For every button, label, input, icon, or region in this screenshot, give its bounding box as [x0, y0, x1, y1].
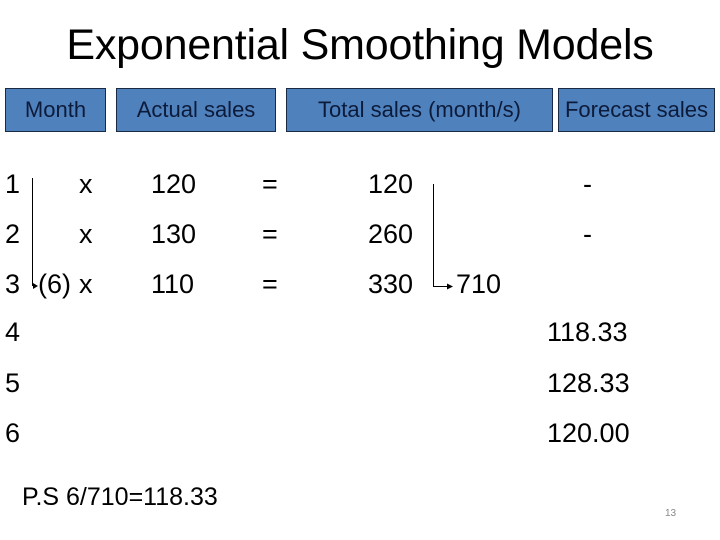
grand-total: 710 — [456, 269, 502, 299]
forecast-5: 128.33 — [547, 368, 630, 398]
header-total-sales: Total sales (month/s) — [286, 88, 553, 132]
month-4: 4 — [5, 317, 21, 347]
total-sales-2: 260 — [368, 219, 414, 249]
forecast-6: 120.00 — [547, 418, 630, 448]
page-number: 13 — [665, 508, 677, 519]
header-month: Month — [5, 88, 106, 132]
header-actual-sales: Actual sales — [116, 88, 276, 132]
equals-sign: = — [262, 269, 278, 299]
footnote: P.S 6/710=118.33 — [22, 483, 218, 511]
month-5: 5 — [5, 368, 21, 398]
months-count: (6) — [38, 269, 71, 299]
actual-sales-1: 120 — [151, 169, 197, 199]
times-sign: x — [79, 169, 93, 199]
forecast-1: - — [583, 169, 592, 199]
month-2: 2 — [5, 219, 21, 249]
slide-title: Exponential Smoothing Models — [66, 21, 654, 69]
month-1: 1 — [5, 169, 21, 199]
actual-sales-3: 110 — [151, 269, 195, 299]
total-sales-3: 330 — [368, 269, 414, 299]
equals-sign: = — [262, 169, 278, 199]
total-sales-1: 120 — [368, 169, 414, 199]
connector-lines — [32, 178, 453, 290]
times-sign: x — [79, 219, 93, 249]
times-sign: x — [79, 269, 93, 299]
forecast-2: - — [583, 219, 592, 249]
month-3: 3 — [5, 269, 21, 299]
month-6: 6 — [5, 418, 21, 448]
total-sum-arrow-icon — [433, 184, 453, 290]
forecast-4: 118.33 — [547, 317, 628, 347]
header-forecast-sales: Forecast sales — [558, 88, 715, 132]
equals-sign: = — [262, 219, 278, 249]
actual-sales-2: 130 — [151, 219, 197, 249]
